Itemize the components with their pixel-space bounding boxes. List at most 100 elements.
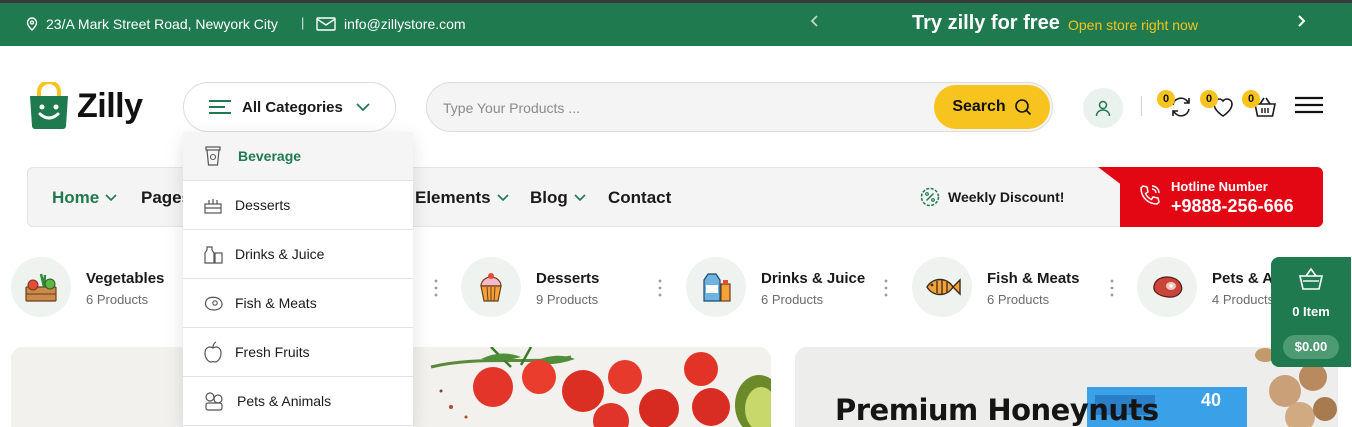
- shopping-bag-logo-icon: [30, 82, 68, 129]
- nav-item-label: Blog: [530, 188, 568, 207]
- chevron-down-icon: [574, 194, 586, 202]
- floating-cart-widget[interactable]: 0 Item $0.00: [1271, 257, 1351, 367]
- chevron-down-icon: [105, 194, 117, 202]
- dropdown-item-label: Pets & Animals: [237, 393, 332, 409]
- category-image: [912, 257, 972, 317]
- divider-dots-icon: [434, 279, 438, 297]
- category-image: [461, 257, 521, 317]
- pet-icon: [205, 392, 223, 411]
- nav-item-blog[interactable]: Blog: [530, 188, 586, 208]
- location-pin-icon: [26, 17, 38, 31]
- user-icon: [1095, 100, 1111, 117]
- hotline-number: +9888-256-666: [1171, 196, 1294, 216]
- nav-item-label: Elements: [415, 188, 491, 207]
- email-link[interactable]: info@zillystore.com: [316, 16, 466, 32]
- category-image: [1137, 257, 1197, 317]
- weekly-discount-label: Weekly Discount!: [948, 189, 1065, 205]
- dropdown-item-pets-animals[interactable]: Pets & Animals: [183, 377, 413, 426]
- search-input[interactable]: Type Your Products ...: [443, 100, 580, 116]
- header-divider: [1141, 96, 1142, 116]
- cart-total: $0.00: [1283, 335, 1339, 359]
- hamburger-menu-icon[interactable]: [1295, 96, 1323, 114]
- discount-badge-icon: [920, 187, 940, 207]
- dropdown-item-drinks-juice[interactable]: Drinks & Juice: [183, 230, 413, 279]
- category-title: Fish & Meats: [987, 270, 1080, 287]
- nav-item-contact[interactable]: Contact: [608, 188, 671, 208]
- search-icon: [1014, 99, 1031, 116]
- basket-icon: [1298, 267, 1324, 290]
- chevron-right-icon: [1298, 15, 1306, 27]
- category-count: 9 Products: [536, 292, 599, 307]
- drink-bottle-icon: [204, 246, 223, 264]
- top-bar: 23/A Mark Street Road, Newyork City | in…: [0, 0, 1352, 46]
- chevron-left-icon: [810, 15, 818, 27]
- all-categories-button[interactable]: All Categories: [183, 82, 396, 132]
- category-count: 6 Products: [86, 292, 149, 307]
- logo[interactable]: Zilly: [27, 82, 143, 130]
- meat-steak-icon: [1153, 276, 1183, 298]
- promo-link[interactable]: Open store right now: [1068, 17, 1198, 33]
- dropdown-item-desserts[interactable]: Desserts: [183, 181, 413, 230]
- promo-next-button[interactable]: [1296, 14, 1306, 33]
- categories-dropdown: Beverage Desserts Drinks & Juice Fish & …: [183, 132, 413, 427]
- address: 23/A Mark Street Road, Newyork City: [26, 16, 278, 32]
- search-bar: Type Your Products ... Search: [426, 82, 1053, 132]
- logo-text: Zilly: [77, 86, 143, 125]
- phone-icon: [1140, 185, 1160, 205]
- divider-dots-icon: [658, 279, 662, 297]
- category-title: Drinks & Juice: [761, 270, 866, 287]
- vegetable-crate-icon: [25, 273, 57, 302]
- envelope-icon: [316, 17, 336, 31]
- category-image: [686, 257, 746, 317]
- hero-banner-honeynuts[interactable]: 40 Premium Honeynuts: [795, 347, 1338, 427]
- category-count: 6 Products: [761, 292, 824, 307]
- topbar-separator: |: [301, 15, 305, 30]
- divider-dots-icon: [1110, 279, 1114, 297]
- dropdown-item-label: Beverage: [238, 148, 302, 164]
- dropdown-item-label: Drinks & Juice: [235, 246, 325, 262]
- compare-count-badge: 0: [1157, 90, 1175, 108]
- dropdown-item-fish-meats[interactable]: Fish & Meats: [183, 279, 413, 328]
- cake-icon: [204, 199, 222, 214]
- cupcake-icon: [480, 273, 502, 302]
- coffee-cup-icon: [205, 146, 221, 166]
- category-count: 4 Products: [1212, 292, 1275, 307]
- all-categories-label: All Categories: [242, 98, 343, 116]
- account-button[interactable]: [1083, 88, 1123, 128]
- dropdown-item-label: Fresh Fruits: [235, 344, 310, 360]
- search-button[interactable]: Search: [934, 85, 1050, 129]
- apple-icon: [204, 341, 222, 363]
- dropdown-item-beverage[interactable]: Beverage: [183, 132, 413, 181]
- wishlist-count-badge: 0: [1200, 90, 1218, 108]
- address-text: 23/A Mark Street Road, Newyork City: [46, 16, 278, 32]
- dropdown-item-label: Fish & Meats: [235, 295, 317, 311]
- cart-item-count: 0 Item: [1292, 304, 1330, 319]
- package-label: 40: [1201, 390, 1222, 410]
- meat-icon: [204, 296, 223, 311]
- banner-title: Premium Honeynuts: [835, 393, 1159, 427]
- nav-item-label: Home: [52, 188, 100, 207]
- email-text: info@zillystore.com: [344, 16, 466, 32]
- hotline-label: Hotline Number: [1171, 179, 1268, 194]
- chevron-down-icon: [356, 103, 370, 112]
- juice-carton-icon: [703, 273, 731, 302]
- promo-prev-button[interactable]: [810, 14, 820, 33]
- nav-item-elements[interactable]: Elements: [415, 188, 509, 208]
- category-count: 6 Products: [987, 292, 1050, 307]
- category-title: Vegetables: [86, 270, 165, 287]
- weekly-discount-link[interactable]: Weekly Discount!: [920, 187, 1064, 207]
- fish-icon: [926, 278, 961, 296]
- cart-count-badge: 0: [1242, 90, 1260, 108]
- search-button-label: Search: [952, 98, 1006, 115]
- category-title: Desserts: [536, 270, 600, 287]
- dropdown-item-label: Desserts: [235, 197, 291, 213]
- chevron-down-icon: [497, 194, 509, 202]
- dropdown-item-fresh-fruits[interactable]: Fresh Fruits: [183, 328, 413, 377]
- promo-title: Try zilly for free: [912, 12, 1060, 34]
- category-image: [11, 257, 71, 317]
- menu-lines-icon: [209, 100, 231, 114]
- divider-dots-icon: [884, 279, 888, 297]
- hotline-box[interactable]: Hotline Number +9888-256-666: [1098, 167, 1323, 227]
- nav-item-home[interactable]: Home: [52, 188, 117, 208]
- nav-item-label: Contact: [608, 188, 672, 207]
